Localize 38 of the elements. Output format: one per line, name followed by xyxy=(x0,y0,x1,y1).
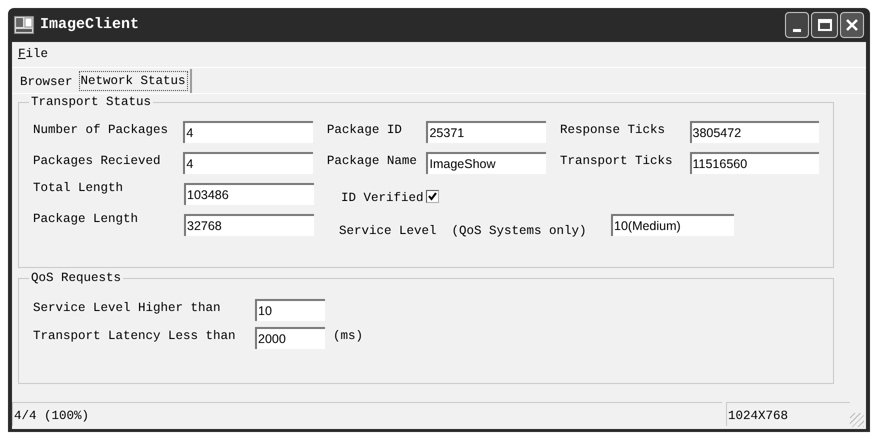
status-pane: 4/4 (100%) xyxy=(12,402,722,426)
input-field[interactable]: 103486 xyxy=(184,183,314,205)
field-label: Service Level Higher than xyxy=(33,300,222,317)
input-field[interactable]: 3805472 xyxy=(690,121,819,143)
input-field[interactable]: 25371 xyxy=(426,121,546,143)
field-label: Package Length xyxy=(33,211,140,228)
field-label: Transport Ticks xyxy=(560,153,674,170)
close-icon xyxy=(845,18,859,32)
field-label: Package ID xyxy=(326,122,403,139)
input-field[interactable]: 11516560 xyxy=(690,152,819,174)
app-icon xyxy=(14,16,34,34)
input-field[interactable]: 2000 xyxy=(255,327,325,349)
input-field[interactable]: 32768 xyxy=(184,214,314,236)
status-pane: 1024X768 xyxy=(726,402,850,426)
field-label: Total Length xyxy=(33,180,124,197)
input-field[interactable]: ImageShow xyxy=(426,152,546,174)
field-label: Response Ticks xyxy=(560,122,666,139)
group-title: QoS Requests xyxy=(29,270,124,286)
field-label: Service Level (QoS Systems only) xyxy=(339,223,588,240)
field-label: Package Name xyxy=(326,153,418,170)
resize-grip[interactable] xyxy=(850,413,864,427)
field-label: Transport Latency Less than xyxy=(33,328,237,345)
field-label: Number of Packages xyxy=(33,122,170,139)
unit-label: (ms) xyxy=(333,328,364,345)
checkbox[interactable] xyxy=(426,190,439,203)
minimize-button[interactable] xyxy=(785,12,809,38)
window-title: ImageClient xyxy=(40,14,140,35)
tab[interactable]: Network Status xyxy=(76,69,192,93)
input-field[interactable]: 4 xyxy=(183,152,313,174)
field-label: Packages Recieved xyxy=(33,153,162,170)
field-label: ID Verified xyxy=(341,190,424,207)
input-field[interactable]: 10(Medium) xyxy=(611,214,734,236)
input-field[interactable]: 4 xyxy=(183,121,313,143)
group-title: Transport Status xyxy=(29,94,154,110)
input-field[interactable]: 10 xyxy=(255,299,325,321)
close-button[interactable] xyxy=(840,12,864,38)
maximize-button[interactable] xyxy=(811,12,838,38)
menu-item[interactable]: File xyxy=(16,45,50,64)
